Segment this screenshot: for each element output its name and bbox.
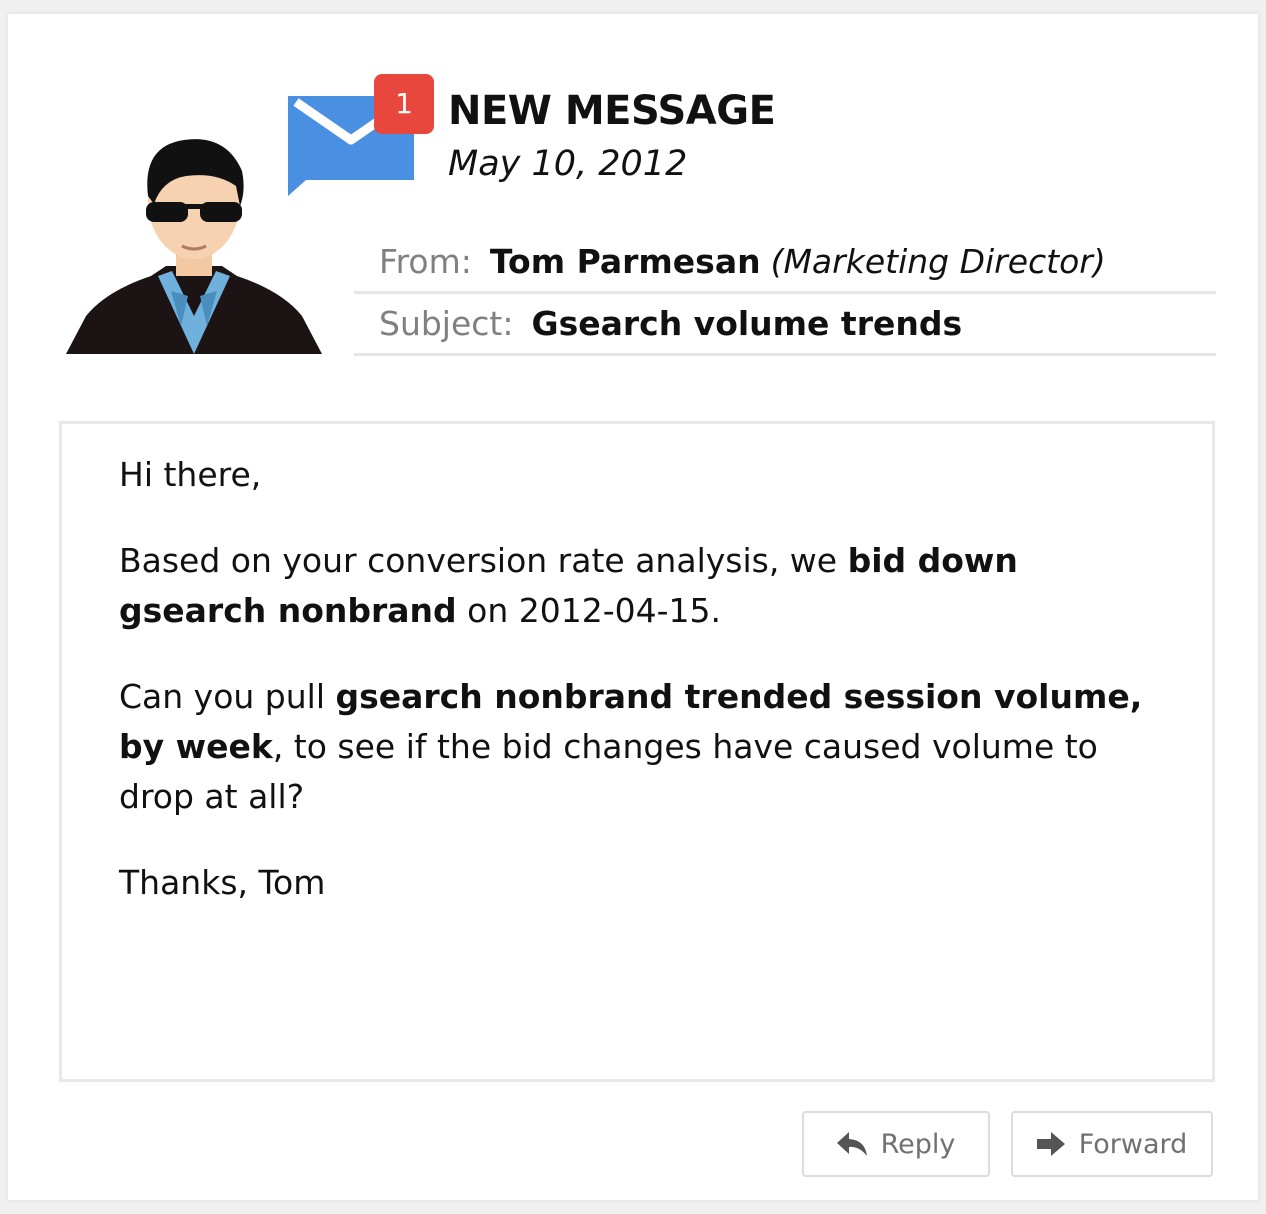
forward-arrow-icon bbox=[1036, 1132, 1065, 1156]
notification-badge: 1 bbox=[374, 74, 434, 134]
message-date: May 10, 2012 bbox=[448, 144, 688, 184]
reply-button[interactable]: Reply bbox=[802, 1111, 990, 1177]
sender-role: (Marketing Director) bbox=[770, 242, 1106, 281]
from-label: From: bbox=[379, 242, 472, 281]
forward-button[interactable]: Forward bbox=[1011, 1111, 1213, 1177]
reply-label: Reply bbox=[880, 1128, 956, 1160]
forward-label: Forward bbox=[1078, 1128, 1188, 1160]
message-title: NEW MESSAGE bbox=[448, 88, 776, 134]
message-body: Hi there, Based on your conversion rate … bbox=[59, 421, 1215, 1082]
subject-row: Subject: Gsearch volume trends bbox=[354, 294, 1216, 356]
from-row: From: Tom Parmesan (Marketing Director) bbox=[354, 232, 1216, 294]
avatar-icon bbox=[66, 139, 322, 354]
signoff: Thanks, Tom bbox=[119, 863, 326, 902]
greeting: Hi there, bbox=[119, 455, 262, 494]
body-paragraph-1: Based on your conversion rate analysis, … bbox=[119, 536, 1157, 636]
sender-name: Tom Parmesan bbox=[489, 242, 761, 281]
subject-label: Subject: bbox=[379, 304, 514, 343]
subject-value: Gsearch volume trends bbox=[531, 304, 963, 343]
reply-arrow-icon bbox=[836, 1132, 867, 1156]
body-text: Can you pull bbox=[119, 677, 336, 716]
email-card: 1 NEW MESSAGE May 10, 2012 From: Tom Par… bbox=[8, 14, 1258, 1200]
body-paragraph-2: Can you pull gsearch nonbrand trended se… bbox=[119, 672, 1157, 822]
body-text: Based on your conversion rate analysis, … bbox=[119, 541, 848, 580]
body-text: on 2012-04-15. bbox=[456, 591, 722, 630]
